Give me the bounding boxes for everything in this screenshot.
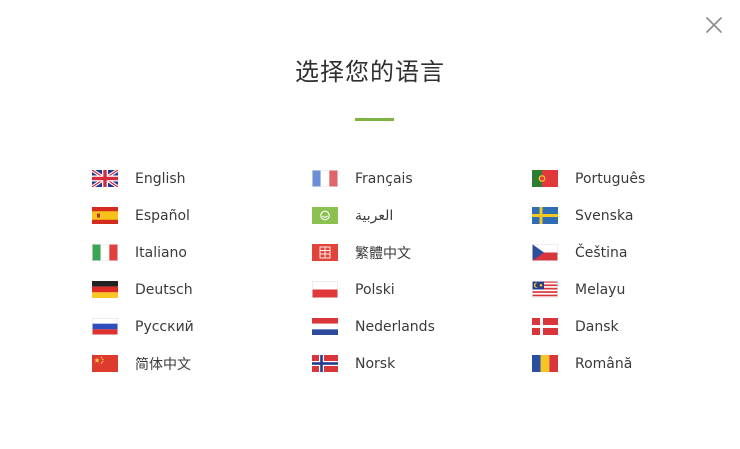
netherlands-flag-icon [312, 318, 338, 335]
title-accent-divider [355, 118, 394, 121]
portugal-flag-icon [532, 170, 558, 187]
poland-flag-icon [312, 281, 338, 298]
language-option-italiano[interactable]: Italiano [92, 234, 187, 271]
czech-flag-icon [532, 244, 558, 261]
language-label: Svenska [575, 207, 634, 224]
language-option-traditional-chinese[interactable]: 繁體中文 [312, 234, 411, 271]
language-option-portugues[interactable]: Português [532, 160, 645, 197]
language-option-russian[interactable]: Русский [92, 308, 194, 345]
china-flag-icon [92, 355, 118, 372]
arabic-flag-icon [312, 207, 338, 224]
language-label: Italiano [135, 244, 187, 261]
language-label: Nederlands [355, 318, 435, 335]
dialog-title: 选择您的语言 [295, 58, 445, 86]
language-label: Deutsch [135, 281, 193, 298]
close-icon[interactable] [703, 14, 725, 36]
language-option-romana[interactable]: Română [532, 345, 632, 382]
language-option-melayu[interactable]: Melayu [532, 271, 625, 308]
language-label: Norsk [355, 355, 396, 372]
language-label: Français [355, 170, 413, 187]
language-label: English [135, 170, 186, 187]
language-label: Español [135, 207, 190, 224]
language-option-simplified-chinese[interactable]: 简体中文 [92, 345, 191, 382]
language-selector-dialog: 选择您的语言 English Español Italiano Deutsch … [0, 0, 740, 449]
language-label: 简体中文 [135, 356, 191, 373]
language-option-espanol[interactable]: Español [92, 197, 190, 234]
language-label: Melayu [575, 281, 626, 298]
language-option-arabic[interactable]: العربية [312, 197, 393, 234]
language-label: Dansk [575, 318, 619, 335]
language-label: Română [575, 355, 633, 372]
romania-flag-icon [532, 355, 558, 372]
language-option-cestina[interactable]: Čeština [532, 234, 628, 271]
language-option-english[interactable]: English [92, 160, 186, 197]
language-option-svenska[interactable]: Svenska [532, 197, 633, 234]
norway-flag-icon [312, 355, 338, 372]
language-option-norsk[interactable]: Norsk [312, 345, 395, 382]
sweden-flag-icon [532, 207, 558, 224]
traditional-chinese-flag-icon [312, 244, 338, 261]
language-label: Polski [355, 281, 395, 298]
language-label: العربية [355, 207, 394, 224]
language-label: Čeština [575, 244, 628, 261]
russia-flag-icon [92, 318, 118, 335]
language-option-deutsch[interactable]: Deutsch [92, 271, 193, 308]
spain-flag-icon [92, 207, 118, 224]
malaysia-flag-icon [532, 281, 558, 298]
language-label: Português [575, 170, 646, 187]
denmark-flag-icon [532, 318, 558, 335]
language-label: 繁體中文 [355, 245, 411, 262]
language-option-francais[interactable]: Français [312, 160, 413, 197]
language-option-dansk[interactable]: Dansk [532, 308, 619, 345]
uk-flag-icon [92, 170, 118, 187]
language-option-nederlands[interactable]: Nederlands [312, 308, 435, 345]
language-label: Русский [135, 318, 194, 335]
language-option-polski[interactable]: Polski [312, 271, 395, 308]
germany-flag-icon [92, 281, 118, 298]
italy-flag-icon [92, 244, 118, 261]
france-flag-icon [312, 170, 338, 187]
